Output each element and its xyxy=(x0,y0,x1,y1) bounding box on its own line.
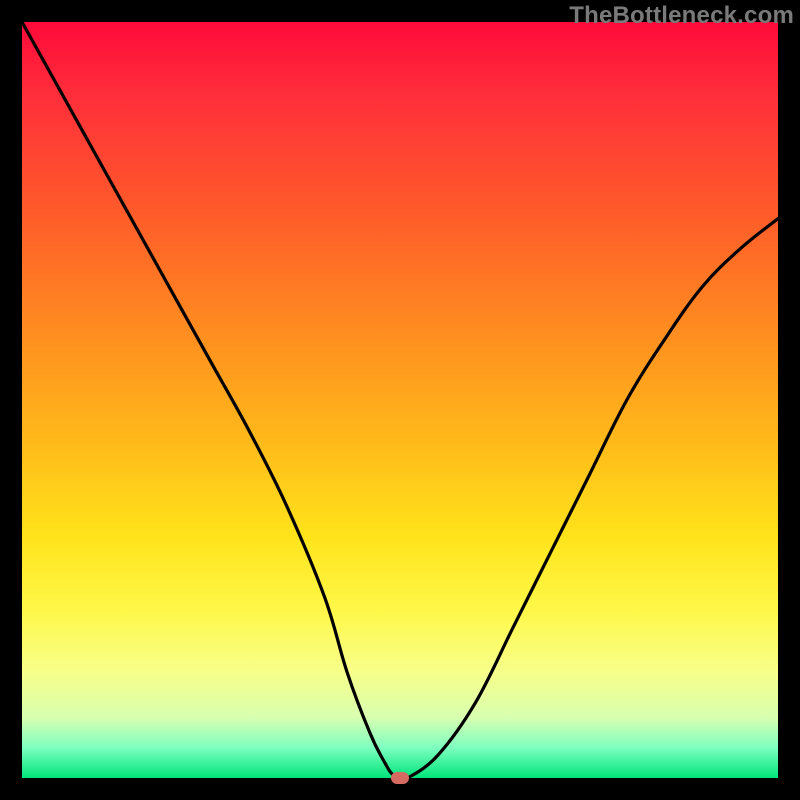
optimal-point-marker xyxy=(391,772,409,784)
bottleneck-curve xyxy=(0,0,800,800)
chart-frame: TheBottleneck.com xyxy=(0,0,800,800)
